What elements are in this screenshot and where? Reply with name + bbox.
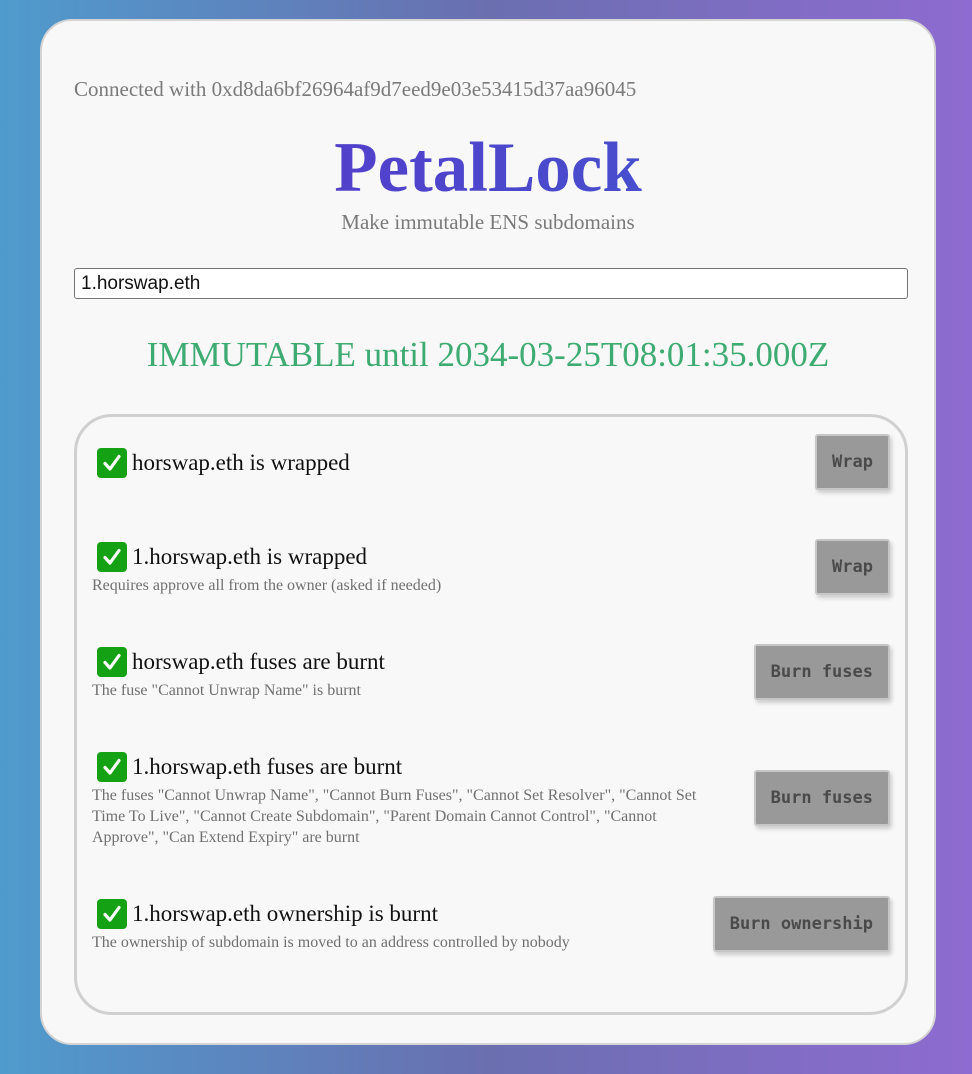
- check-label: horswap.eth is wrapped: [132, 450, 350, 475]
- check-description: The fuses "Cannot Unwrap Name", "Cannot …: [92, 787, 697, 846]
- burn-parent-fuses-button[interactable]: Burn fuses: [753, 644, 890, 700]
- domain-input[interactable]: [74, 268, 908, 299]
- check-label: horswap.eth fuses are burnt: [132, 649, 385, 674]
- check-label: 1.horswap.eth ownership is burnt: [132, 901, 438, 926]
- main-card: Connected with 0xd8da6bf26964af9d7eed9e0…: [40, 19, 936, 1045]
- checkmark-icon: [97, 752, 127, 782]
- app-title: PetalLock: [42, 125, 934, 211]
- wrap-child-button[interactable]: Wrap: [815, 539, 890, 595]
- app-subtitle: Make immutable ENS subdomains: [341, 210, 635, 234]
- check-description: The ownership of subdomain is moved to a…: [92, 934, 570, 951]
- wrap-parent-button[interactable]: Wrap: [815, 434, 890, 490]
- immutable-status: IMMUTABLE until 2034-03-25T08:01:35.000Z: [146, 335, 830, 374]
- checklist-panel: horswap.eth is wrapped Wrap 1.horswap.et…: [74, 414, 908, 1015]
- check-description: The fuse "Cannot Unwrap Name" is burnt: [92, 682, 361, 699]
- checkmark-icon: [97, 899, 127, 929]
- check-label: 1.horswap.eth fuses are burnt: [132, 754, 403, 779]
- check-label: 1.horswap.eth is wrapped: [132, 544, 368, 569]
- burn-child-fuses-button[interactable]: Burn fuses: [753, 770, 890, 826]
- checkmark-icon: [97, 542, 127, 572]
- checkmark-icon: [97, 647, 127, 677]
- connected-wallet-text: Connected with 0xd8da6bf26964af9d7eed9e0…: [74, 77, 637, 101]
- checkmark-icon: [97, 448, 127, 478]
- burn-ownership-button[interactable]: Burn ownership: [712, 896, 890, 952]
- check-description: Requires approve all from the owner (ask…: [92, 577, 442, 594]
